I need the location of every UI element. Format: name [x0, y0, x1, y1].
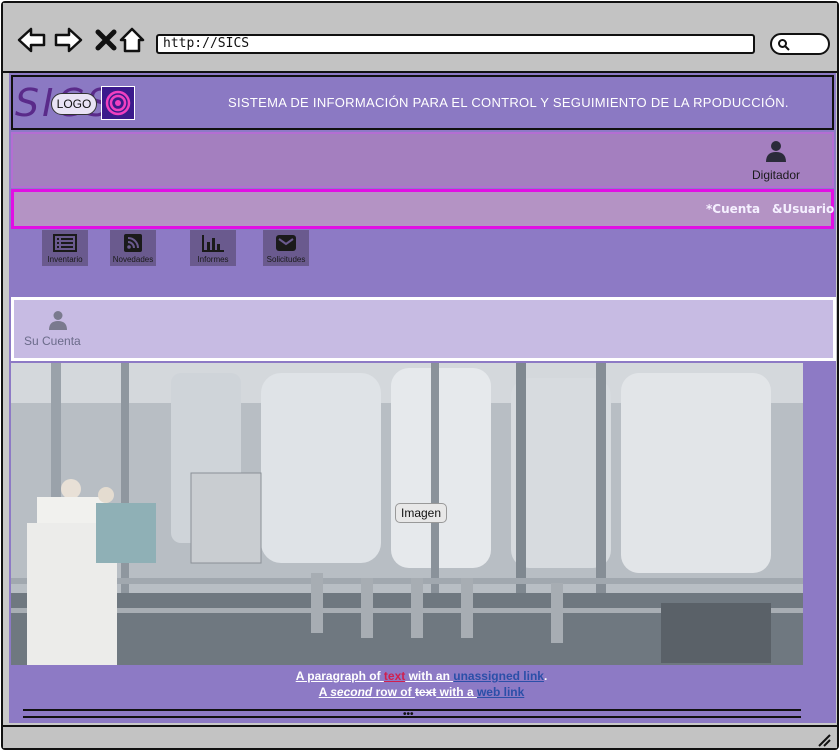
bar-chart-icon	[202, 235, 224, 252]
back-arrow-icon[interactable]	[17, 25, 47, 55]
user-role[interactable]: Digitador	[746, 140, 806, 182]
forward-arrow-icon[interactable]	[53, 25, 83, 55]
module-inventario[interactable]: Inventario	[42, 230, 88, 266]
browser-status-bar	[3, 725, 837, 748]
url-input[interactable]: http://SICS	[156, 34, 755, 54]
paragraph-line-2: A second row of text with a web link	[9, 684, 834, 700]
module-toolbar: Inventario Novedades Informes Solicitude…	[39, 230, 439, 266]
module-informes[interactable]: Informes	[190, 230, 236, 266]
resize-grip-icon[interactable]	[815, 731, 831, 747]
text-run: A paragraph of	[295, 669, 384, 683]
module-label: Solicitudes	[266, 255, 306, 264]
account-nav: *Cuenta &Usuario	[11, 189, 834, 229]
browser-window: http://SICS SICS LOGO SISTEMA DE INFORMA…	[1, 1, 839, 750]
user-role-label: Digitador	[751, 168, 801, 182]
factory-image: Imagen	[11, 363, 803, 665]
module-novedades[interactable]: Novedades	[110, 230, 156, 266]
strikethrough-text: text	[414, 685, 437, 699]
browser-toolbar: http://SICS	[3, 3, 837, 73]
search-icon	[778, 39, 790, 51]
list-icon	[53, 234, 77, 252]
text-link[interactable]: text	[384, 669, 405, 683]
text-run: with an	[405, 669, 454, 683]
site-title: SISTEMA DE INFORMACIÓN PARA EL CONTROL Y…	[228, 95, 789, 110]
image-caption: Imagen	[395, 503, 448, 523]
rss-icon	[124, 234, 142, 252]
paragraph-line-1: A paragraph of text with an unassigned l…	[9, 668, 834, 684]
home-icon[interactable]	[117, 25, 147, 55]
su-cuenta-label: Su Cuenta	[24, 334, 81, 348]
more-dots-icon: •••	[403, 709, 414, 720]
web-page: SICS LOGO SISTEMA DE INFORMACIÓN PARA EL…	[9, 73, 836, 723]
spiral-logo-icon	[101, 86, 135, 120]
user-icon	[766, 141, 786, 162]
text-run: row of	[372, 685, 415, 699]
user-band: Digitador	[11, 132, 834, 188]
text-run: with a	[436, 685, 477, 699]
module-solicitudes[interactable]: Solicitudes	[263, 230, 309, 266]
browser-search-field[interactable]	[770, 33, 830, 55]
site-header: SICS LOGO SISTEMA DE INFORMACIÓN PARA EL…	[11, 75, 834, 130]
unassigned-link[interactable]: unassigned link	[453, 669, 544, 683]
module-label: Informes	[197, 255, 229, 264]
paragraph-text: A paragraph of text with an unassigned l…	[9, 668, 834, 700]
cuenta-link[interactable]: *Cuenta	[706, 202, 760, 216]
text-run: A	[318, 685, 331, 699]
su-cuenta-panel[interactable]: Su Cuenta	[11, 297, 836, 361]
usuario-link[interactable]: &Usuario	[772, 202, 834, 216]
envelope-icon	[276, 235, 296, 251]
module-label: Inventario	[47, 255, 83, 264]
user-icon	[49, 311, 67, 330]
module-label: Novedades	[112, 255, 154, 264]
emphasis-text: second	[330, 685, 373, 699]
web-link[interactable]: web link	[477, 685, 524, 699]
text-run: .	[543, 669, 548, 683]
logo-placeholder: LOGO	[51, 93, 97, 115]
